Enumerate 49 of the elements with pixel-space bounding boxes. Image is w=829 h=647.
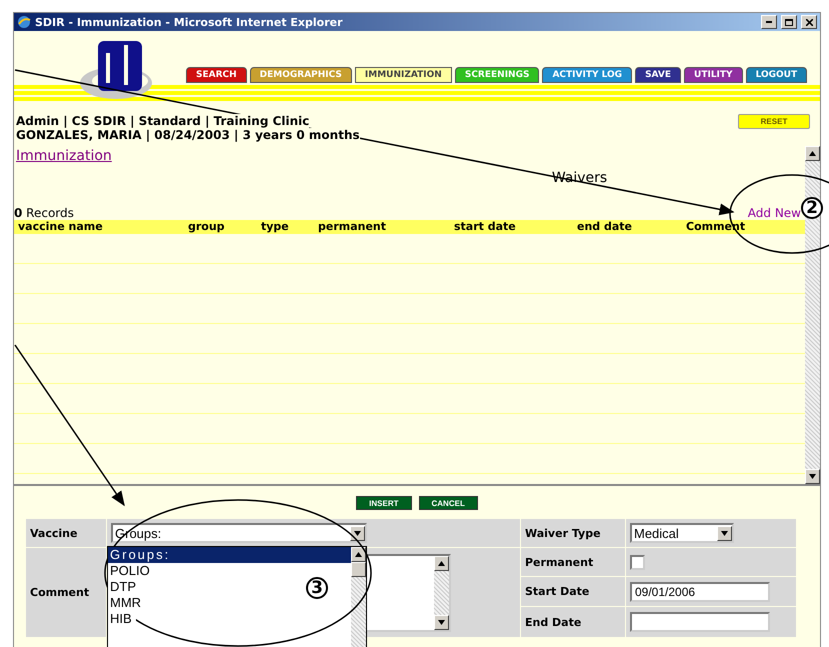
column-header: start date bbox=[453, 220, 517, 234]
column-header: group bbox=[187, 220, 226, 234]
add-new-link[interactable]: Add New bbox=[748, 206, 801, 220]
nav-tab[interactable]: LOGOUT bbox=[746, 67, 808, 83]
maximize-button[interactable] bbox=[781, 15, 797, 29]
form-button[interactable]: INSERT bbox=[356, 496, 412, 510]
field-label: Permanent bbox=[525, 556, 594, 568]
maximize-icon bbox=[785, 18, 793, 26]
up-arrow-icon bbox=[355, 552, 362, 557]
up-arrow-icon bbox=[809, 151, 816, 156]
field-label: Vaccine bbox=[30, 526, 78, 540]
waiver-type-select[interactable]: Medical bbox=[630, 523, 734, 543]
nav-tab[interactable]: SAVE bbox=[635, 67, 682, 83]
column-header: end date bbox=[576, 220, 634, 234]
window-title: SDIR - Immunization - Microsoft Internet Explorer bbox=[35, 16, 344, 28]
down-arrow-icon bbox=[438, 620, 445, 624]
scrollbar[interactable] bbox=[351, 547, 366, 647]
section-link[interactable]: Immunization bbox=[14, 148, 805, 164]
nav-tab[interactable]: UTILITY bbox=[684, 67, 743, 83]
down-arrow-icon bbox=[354, 530, 361, 536]
minimize-icon bbox=[766, 21, 772, 23]
user-info: GONZALES, MARIA | 08/24/2003 | 3 years 0 months bbox=[16, 128, 360, 142]
down-arrow-icon bbox=[809, 474, 816, 479]
record-count: 0 Records bbox=[14, 206, 74, 220]
end-date-field[interactable] bbox=[630, 612, 770, 632]
down-arrow-icon bbox=[721, 530, 728, 536]
scrollbar[interactable] bbox=[805, 146, 820, 484]
nav-tab[interactable]: SEARCH bbox=[186, 67, 247, 83]
up-arrow-icon bbox=[438, 560, 445, 566]
user-info: Admin | CS SDIR | Standard | Training Clinic bbox=[16, 114, 310, 128]
column-header: vaccine name bbox=[17, 220, 104, 234]
scroll-thumb[interactable] bbox=[351, 562, 366, 577]
close-button[interactable] bbox=[801, 15, 817, 29]
reset-button[interactable]: RESET bbox=[738, 114, 810, 129]
field-label: Comment bbox=[30, 586, 90, 599]
dropdown-option[interactable]: Groups: bbox=[108, 547, 351, 563]
form-button[interactable]: CANCEL bbox=[418, 496, 478, 510]
field-label: End Date bbox=[525, 616, 582, 628]
column-header: permanent bbox=[317, 220, 388, 234]
close-icon bbox=[806, 18, 812, 26]
permanent-checkbox[interactable] bbox=[630, 554, 645, 570]
column-header: type bbox=[260, 220, 290, 234]
field-label: Waiver Type bbox=[525, 526, 601, 540]
nav-tab[interactable]: ACTIVITY LOG bbox=[542, 67, 632, 83]
browser-icon bbox=[17, 15, 31, 29]
field-label: Start Date bbox=[525, 585, 590, 598]
nav-tab[interactable]: IMMUNIZATION bbox=[354, 67, 452, 83]
minimize-button[interactable] bbox=[761, 15, 777, 29]
start-date-field[interactable]: 09/01/2006 bbox=[630, 582, 770, 602]
